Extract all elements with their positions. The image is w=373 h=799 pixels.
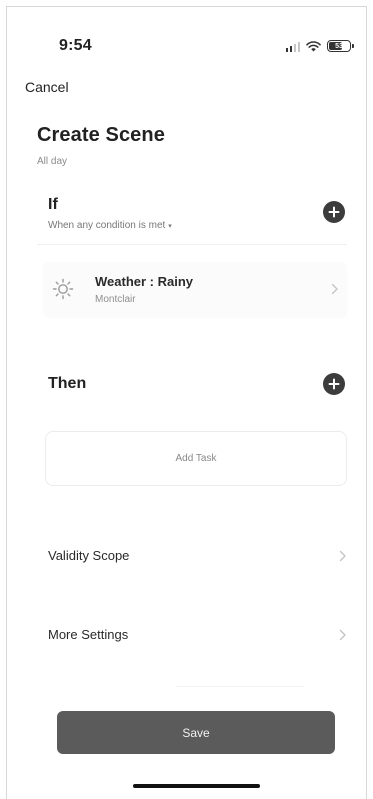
- validity-scope-label: Validity Scope: [48, 548, 130, 563]
- caret-down-icon: ▾: [168, 222, 172, 230]
- cellular-signal-icon: [285, 41, 300, 52]
- add-task-button[interactable]: Add Task: [45, 431, 347, 486]
- more-settings-label: More Settings: [48, 627, 129, 642]
- condition-mode-dropdown[interactable]: When any condition is met ▾: [48, 220, 172, 231]
- then-heading: Then: [48, 375, 87, 392]
- chevron-right-icon: [331, 283, 338, 295]
- condition-item[interactable]: Weather : Rainy Montclair: [43, 262, 347, 318]
- more-settings-row[interactable]: More Settings: [37, 614, 347, 658]
- chevron-right-icon: [339, 629, 346, 641]
- sun-icon: [52, 278, 74, 300]
- status-time: 9:54: [59, 37, 92, 54]
- wifi-icon: [306, 40, 321, 52]
- cancel-button[interactable]: Cancel: [25, 79, 69, 95]
- page-title: Create Scene: [37, 124, 165, 146]
- condition-mode-label: When any condition is met: [48, 220, 166, 231]
- plus-icon: [328, 206, 340, 218]
- add-action-button[interactable]: [323, 373, 345, 395]
- plus-icon: [328, 378, 340, 390]
- save-button[interactable]: Save: [57, 711, 335, 754]
- add-condition-button[interactable]: [323, 201, 345, 223]
- battery-icon: 53: [327, 40, 354, 52]
- home-indicator: [133, 784, 260, 788]
- condition-title: Weather : Rainy: [95, 274, 194, 289]
- if-section: If When any condition is met ▾: [37, 186, 347, 245]
- battery-level: 53: [335, 42, 343, 50]
- status-icons: 53: [285, 39, 354, 53]
- if-heading: If: [48, 196, 58, 213]
- divider: [175, 686, 305, 687]
- validity-scope-row[interactable]: Validity Scope: [37, 535, 347, 579]
- page-subtitle: All day: [37, 156, 68, 167]
- chevron-right-icon: [339, 550, 346, 562]
- condition-location: Montclair: [95, 294, 136, 305]
